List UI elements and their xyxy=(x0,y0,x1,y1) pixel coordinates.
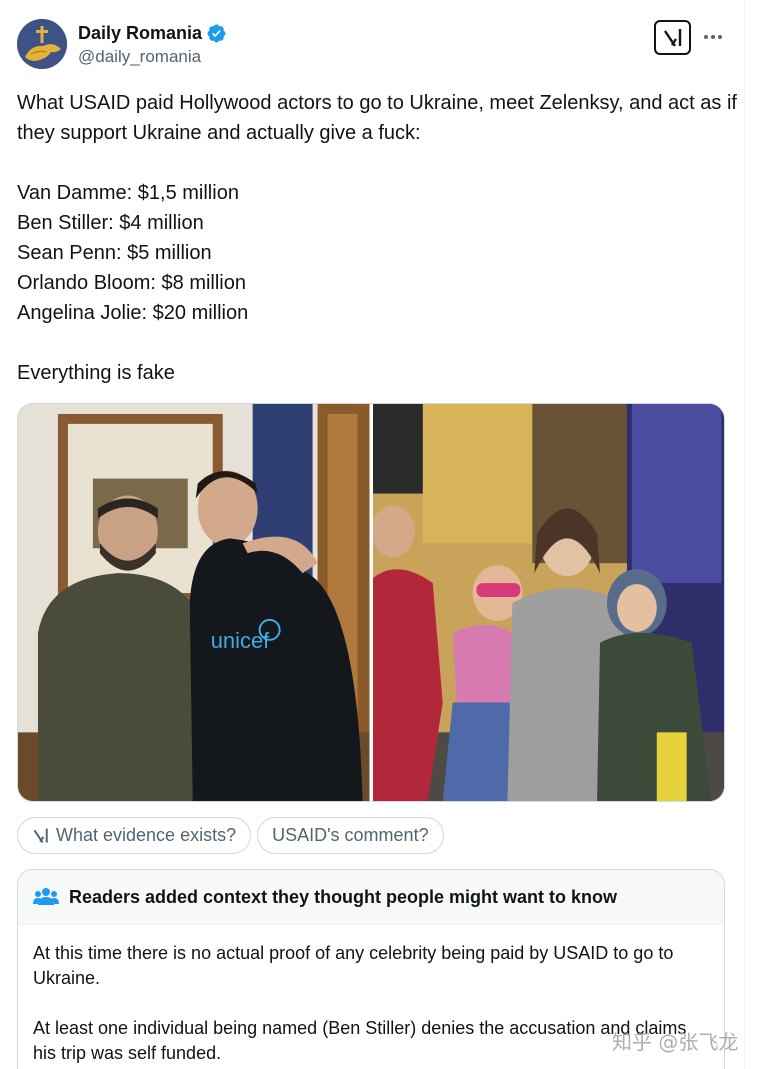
community-note-paragraph: At this time there is no actual proof of… xyxy=(33,943,674,988)
tweet-list-item: Van Damme: $1,5 million xyxy=(17,182,239,204)
photo-jolie-children-image xyxy=(372,404,724,801)
zhihu-watermark: 知乎 @张飞龙 xyxy=(612,1030,739,1054)
community-note-title: Readers added context they thought peopl… xyxy=(69,886,618,907)
grok-button[interactable] xyxy=(654,20,691,55)
author-display-name[interactable]: Daily Romania xyxy=(78,23,202,44)
photo-zelensky-bloom[interactable]: unicef xyxy=(18,404,370,801)
grok-icon xyxy=(33,828,48,843)
more-options-button[interactable] xyxy=(698,22,728,52)
author-handle[interactable]: @daily_romania xyxy=(78,47,201,67)
tweet-list-item: Orlando Bloom: $8 million xyxy=(17,272,246,294)
tweet-list-item: Sean Penn: $5 million xyxy=(17,242,212,264)
people-icon xyxy=(33,888,59,905)
community-note-paragraph: At least one individual being named (Ben… xyxy=(33,1018,687,1063)
tweet-media: unicef xyxy=(17,403,725,802)
author-name-row: Daily Romania xyxy=(78,21,227,45)
grok-icon xyxy=(663,28,681,47)
more-dots-icon xyxy=(704,35,722,39)
grok-suggestion-chips: What evidence exists? USAID's comment? xyxy=(17,817,444,854)
tweet-list-item: Angelina Jolie: $20 million xyxy=(17,302,249,324)
chip-what-evidence[interactable]: What evidence exists? xyxy=(17,817,252,854)
author-avatar[interactable] xyxy=(17,19,67,69)
photo-zelensky-bloom-image: unicef xyxy=(18,404,370,801)
tweet-list-item: Ben Stiller: $4 million xyxy=(17,212,204,234)
tweet-intro: What USAID paid Hollywood actors to go t… xyxy=(17,92,743,144)
tweet-text: What USAID paid Hollywood actors to go t… xyxy=(17,88,737,388)
chip-label: USAID's comment? xyxy=(272,825,429,845)
tweet-closing: Everything is fake xyxy=(17,362,175,384)
romania-eagle-cross-logo-icon xyxy=(17,19,67,69)
community-note-header[interactable]: Readers added context they thought peopl… xyxy=(18,870,724,925)
photo-jolie-children[interactable] xyxy=(372,404,724,801)
unicef-shirt-text: unicef xyxy=(211,628,270,653)
verified-badge-icon[interactable] xyxy=(206,23,227,44)
chip-usaid-comment[interactable]: USAID's comment? xyxy=(257,817,444,854)
page-right-border xyxy=(744,0,745,1069)
chip-label: What evidence exists? xyxy=(56,825,237,845)
